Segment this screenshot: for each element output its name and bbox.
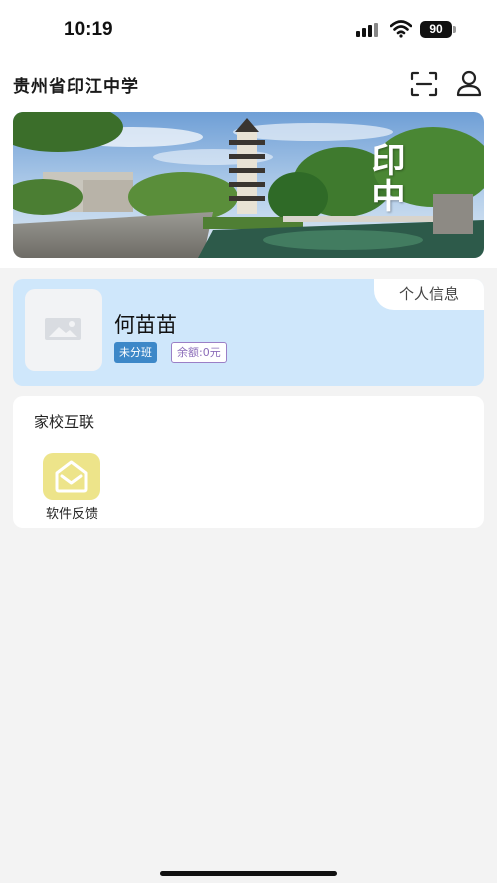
wifi-icon (390, 20, 412, 38)
mail-icon (43, 453, 100, 500)
section-title: 家校互联 (34, 413, 95, 431)
campus-photo (13, 112, 484, 258)
student-name: 何苗苗 (114, 313, 177, 337)
campus-banner[interactable]: 印中 (13, 112, 484, 258)
battery-icon: 90 (420, 21, 456, 38)
battery-level: 90 (429, 22, 443, 36)
banner-caption: 印中 (365, 142, 405, 214)
personal-info-tab[interactable]: 个人信息 (374, 279, 484, 310)
signal-icon (356, 23, 382, 37)
balance-badge: 余额:0元 (171, 342, 227, 363)
software-feedback-button[interactable]: 软件反馈 (37, 453, 105, 523)
scan-icon[interactable] (410, 71, 438, 97)
home-school-section: 家校互联 软件反馈 (13, 396, 484, 528)
status-time: 10:19 (64, 19, 113, 40)
image-placeholder-icon (45, 318, 81, 340)
profile-card[interactable]: 个人信息 何苗苗 未分班 余额:0元 (13, 279, 484, 386)
page-title: 贵州省印江中学 (13, 77, 139, 97)
home-indicator (160, 871, 337, 876)
avatar[interactable] (25, 289, 102, 371)
user-icon[interactable] (455, 69, 483, 97)
feedback-label: 软件反馈 (45, 507, 98, 522)
class-badge: 未分班 (114, 342, 157, 363)
